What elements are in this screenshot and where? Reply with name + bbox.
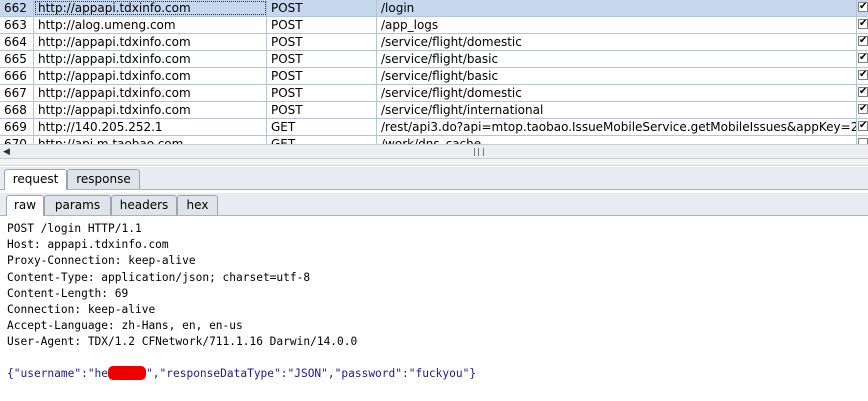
raw-request-text[interactable]: POST /login HTTP/1.1 Host: appapi.tdxinfo… <box>7 221 862 351</box>
row-checkbox[interactable]: ✔ <box>858 121 868 131</box>
request-table: 662 http://appapi.tdxinfo.com POST/login ✔ 6… <box>0 0 868 153</box>
outer-tab-bar: request response <box>0 167 868 190</box>
request-id-cell: 665 <box>0 51 34 67</box>
row-checkbox[interactable]: ✔ <box>858 53 868 63</box>
checkbox-cell: ✔ <box>857 51 868 67</box>
method-cell: POST <box>267 0 377 16</box>
path-cell: /service/flight/basic <box>377 68 857 84</box>
body-suffix: ","responseDataType":"JSON","password":"… <box>146 367 477 380</box>
check-mark-icon: ✔ <box>859 18 868 29</box>
method-cell: POST <box>267 17 377 33</box>
request-id-cell: 669 <box>0 119 34 135</box>
horizontal-scrollbar[interactable]: ◀ <box>0 144 868 159</box>
request-id-cell: 662 <box>0 0 34 16</box>
checkbox-cell: ✔ <box>857 0 868 16</box>
checkbox-cell: ✔ <box>857 85 868 101</box>
row-checkbox[interactable]: ✔ <box>858 70 868 80</box>
row-checkbox[interactable]: ✔ <box>858 2 868 12</box>
path-cell: /service/flight/domestic <box>377 85 857 101</box>
tab-request[interactable]: request <box>4 169 67 190</box>
path-cell: /service/flight/domestic <box>377 34 857 50</box>
host-cell: http://alog.umeng.com <box>34 17 267 33</box>
raw-line: Host: appapi.tdxinfo.com <box>7 238 169 252</box>
tab-raw[interactable]: raw <box>6 195 44 216</box>
path-cell: /rest/api3.do?api=mtop.taobao.IssueMobil… <box>377 119 857 135</box>
host-cell: http://appapi.tdxinfo.com <box>34 34 267 50</box>
row-checkbox[interactable]: ✔ <box>858 87 868 97</box>
check-mark-icon: ✔ <box>859 86 868 97</box>
check-mark-icon: ✔ <box>859 35 868 46</box>
method-cell: POST <box>267 34 377 50</box>
host-cell: http://appapi.tdxinfo.com <box>34 85 267 101</box>
path-cell: /app_logs <box>377 17 857 33</box>
request-id-cell: 668 <box>0 102 34 118</box>
request-id-cell: 667 <box>0 85 34 101</box>
table-row[interactable]: 667 http://appapi.tdxinfo.com POST/service… <box>0 85 868 102</box>
host-cell: http://appapi.tdxinfo.com <box>34 68 267 84</box>
tab-response[interactable]: response <box>67 169 140 189</box>
check-mark-icon: ✔ <box>859 120 868 131</box>
method-cell: POST <box>267 102 377 118</box>
row-checkbox[interactable]: ✔ <box>858 36 868 46</box>
request-body[interactable]: {"username":"he ","responseDataType":"JSO… <box>7 366 476 382</box>
tab-params[interactable]: params <box>44 195 111 215</box>
body-prefix: {"username":"he <box>7 367 109 380</box>
request-id-cell: 664 <box>0 34 34 50</box>
raw-line: Proxy-Connection: keep-alive <box>7 254 196 268</box>
checkbox-cell: ✔ <box>857 119 868 135</box>
table-row[interactable]: 662 http://appapi.tdxinfo.com POST/login ✔ <box>0 0 868 17</box>
inner-tab-bar: raw params headers hex <box>0 193 868 216</box>
raw-line: User-Agent: TDX/1.2 CFNetwork/711.1.16 D… <box>7 335 358 349</box>
request-id-cell: 666 <box>0 68 34 84</box>
row-checkbox[interactable]: ✔ <box>858 19 868 29</box>
row-checkbox[interactable]: ✔ <box>858 104 868 114</box>
path-cell: /service/flight/basic <box>377 51 857 67</box>
table-row[interactable]: 663 http://alog.umeng.com POST/app_logs ✔ <box>0 17 868 34</box>
raw-line: Connection: keep-alive <box>7 302 156 316</box>
check-mark-icon: ✔ <box>859 69 868 80</box>
tab-headers[interactable]: headers <box>111 195 177 215</box>
scroll-left-icon[interactable]: ◀ <box>3 147 10 157</box>
redaction-mark <box>108 366 147 380</box>
table-row[interactable]: 664 http://appapi.tdxinfo.com POST/service… <box>0 34 868 51</box>
table-row[interactable]: 665 http://appapi.tdxinfo.com POST/service… <box>0 51 868 68</box>
host-cell: http://appapi.tdxinfo.com <box>34 51 267 67</box>
pane-splitter[interactable] <box>0 159 868 166</box>
raw-line: POST /login HTTP/1.1 <box>7 222 142 235</box>
table-row[interactable]: 666 http://appapi.tdxinfo.com POST/service… <box>0 68 868 85</box>
method-cell: POST <box>267 68 377 84</box>
table-row[interactable]: 668 http://appapi.tdxinfo.com POST/service… <box>0 102 868 119</box>
method-cell: POST <box>267 85 377 101</box>
checkbox-cell: ✔ <box>857 17 868 33</box>
raw-line: Accept-Language: zh-Hans, en, en-us <box>7 319 243 333</box>
check-mark-icon: ✔ <box>859 1 868 12</box>
host-cell: http://140.205.252.1 <box>34 119 267 135</box>
checkbox-cell: ✔ <box>857 68 868 84</box>
scroll-thumb-grip[interactable] <box>474 148 484 156</box>
host-cell: http://appapi.tdxinfo.com <box>34 0 267 16</box>
method-cell: POST <box>267 51 377 67</box>
table-row[interactable]: 669 http://140.205.252.1 GET/rest/api3.do?… <box>0 119 868 136</box>
raw-line: Content-Type: application/json; charset=… <box>7 270 311 284</box>
tab-hex[interactable]: hex <box>177 195 218 215</box>
check-mark-icon: ✔ <box>859 103 868 114</box>
host-cell: http://appapi.tdxinfo.com <box>34 102 267 118</box>
method-cell: GET <box>267 119 377 135</box>
path-cell: /login <box>377 0 857 16</box>
checkbox-cell: ✔ <box>857 102 868 118</box>
path-cell: /service/flight/international <box>377 102 857 118</box>
raw-line: Content-Length: 69 <box>7 286 129 300</box>
checkbox-cell: ✔ <box>857 34 868 50</box>
check-mark-icon: ✔ <box>859 52 868 63</box>
request-id-cell: 663 <box>0 17 34 33</box>
